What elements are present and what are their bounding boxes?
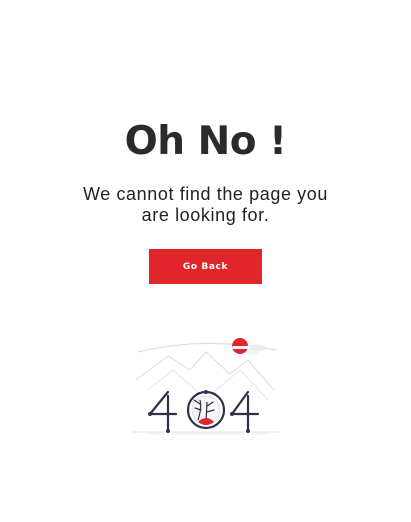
not-found-page: Oh No ! We cannot find the page you are … — [0, 0, 411, 522]
error-message: We cannot find the page you are looking … — [82, 184, 329, 225]
page-title: Oh No ! — [124, 119, 287, 164]
go-back-button[interactable]: Go Back — [149, 249, 262, 284]
404-illustration-icon — [132, 338, 280, 435]
